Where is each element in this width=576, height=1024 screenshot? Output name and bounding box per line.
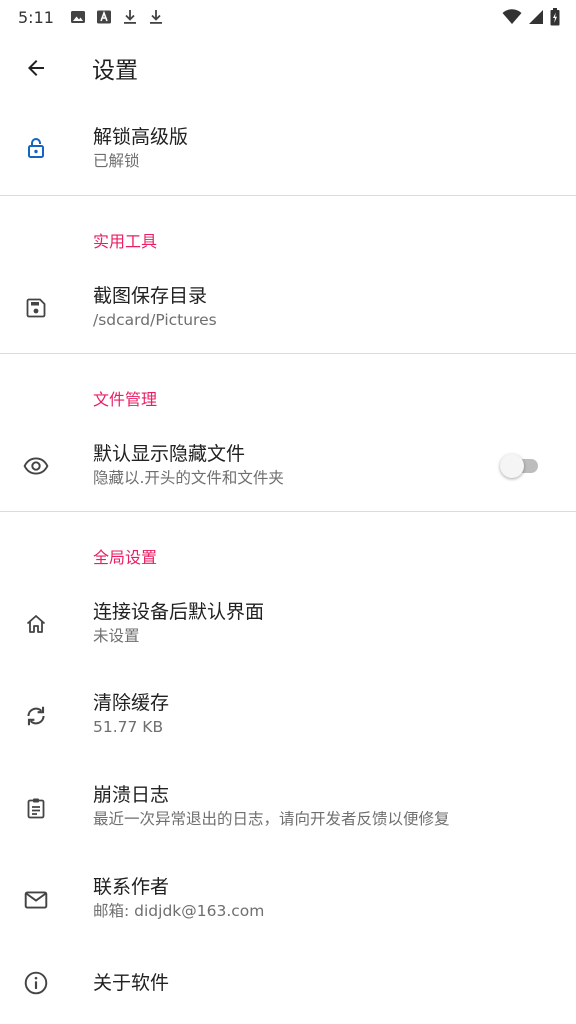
show-hidden-toggle[interactable]: [500, 452, 542, 478]
status-bar: 5:11: [0, 0, 576, 34]
download-icon: [149, 10, 162, 24]
divider: [0, 511, 576, 512]
battery-icon: [550, 8, 560, 26]
divider: [0, 195, 576, 196]
status-left: 5:11: [18, 8, 164, 27]
save-icon-wrap: [0, 296, 72, 320]
category-files: 文件管理: [93, 390, 158, 409]
status-right: [502, 8, 560, 26]
app-bar: 设置: [0, 34, 576, 102]
crash-log-title: 崩溃日志: [93, 784, 170, 806]
default-screen-summary: 未设置: [93, 627, 140, 645]
download-icon: [123, 10, 136, 24]
info-icon: [24, 971, 48, 995]
sync-icon-wrap: [0, 703, 72, 729]
screenshot-dir-item[interactable]: 截图保存目录 /sdcard/Pictures: [0, 264, 576, 352]
unlock-premium-item[interactable]: 解锁高级版 已解锁: [0, 102, 576, 194]
mail-icon-wrap: [0, 887, 72, 913]
crash-log-summary: 最近一次异常退出的日志，请向开发者反馈以便修复: [93, 810, 450, 828]
category-global: 全局设置: [93, 548, 158, 567]
lock-open-icon: [28, 138, 44, 158]
signal-icon: [529, 10, 543, 24]
clipboard-icon-wrap: [0, 796, 72, 820]
status-time: 5:11: [18, 7, 54, 27]
unlock-summary: 已解锁: [93, 152, 140, 170]
eye-icon: [23, 457, 49, 475]
about-item[interactable]: 关于软件: [0, 948, 576, 1018]
eye-icon-wrap: [0, 453, 72, 479]
notification-icons: [70, 9, 164, 25]
home-icon-wrap: [0, 612, 72, 636]
show-hidden-files-item[interactable]: 默认显示隐藏文件 隐藏以.开头的文件和文件夹: [0, 422, 576, 510]
screenshot-dir-title: 截图保存目录: [93, 285, 208, 307]
category-tools: 实用工具: [93, 232, 158, 251]
clear-cache-item[interactable]: 清除缓存 51.77 KB: [0, 672, 576, 760]
divider: [0, 353, 576, 354]
default-screen-title: 连接设备后默认界面: [93, 601, 265, 623]
screenshot-dir-summary: /sdcard/Pictures: [93, 311, 217, 329]
show-hidden-title: 默认显示隐藏文件: [93, 443, 246, 465]
contact-title: 联系作者: [93, 876, 170, 898]
clear-cache-summary: 51.77 KB: [93, 718, 164, 736]
about-title: 关于软件: [93, 972, 170, 994]
image-icon: [70, 11, 85, 23]
toggle-thumb: [500, 454, 524, 478]
clipboard-icon: [27, 798, 45, 819]
back-button[interactable]: [0, 34, 72, 102]
contact-author-item[interactable]: 联系作者 邮箱: didjdk@163.com: [0, 856, 576, 944]
unlock-icon-wrap: [0, 136, 72, 160]
info-icon-wrap: [0, 970, 72, 996]
page-title: 设置: [92, 58, 138, 84]
home-icon: [26, 615, 46, 633]
contact-summary: 邮箱: didjdk@163.com: [93, 902, 265, 920]
crash-log-item[interactable]: 崩溃日志 最近一次异常退出的日志，请向开发者反馈以便修复: [0, 764, 576, 852]
clear-cache-title: 清除缓存: [93, 692, 170, 714]
save-icon: [26, 298, 46, 318]
wifi-icon: [502, 9, 522, 24]
arrow-back-icon: [28, 60, 44, 76]
mail-icon: [24, 891, 48, 909]
a-box-icon: [96, 10, 111, 24]
show-hidden-summary: 隐藏以.开头的文件和文件夹: [93, 469, 284, 487]
sync-icon: [27, 706, 45, 726]
unlock-title: 解锁高级版: [93, 126, 189, 148]
default-screen-item[interactable]: 连接设备后默认界面 未设置: [0, 580, 576, 668]
